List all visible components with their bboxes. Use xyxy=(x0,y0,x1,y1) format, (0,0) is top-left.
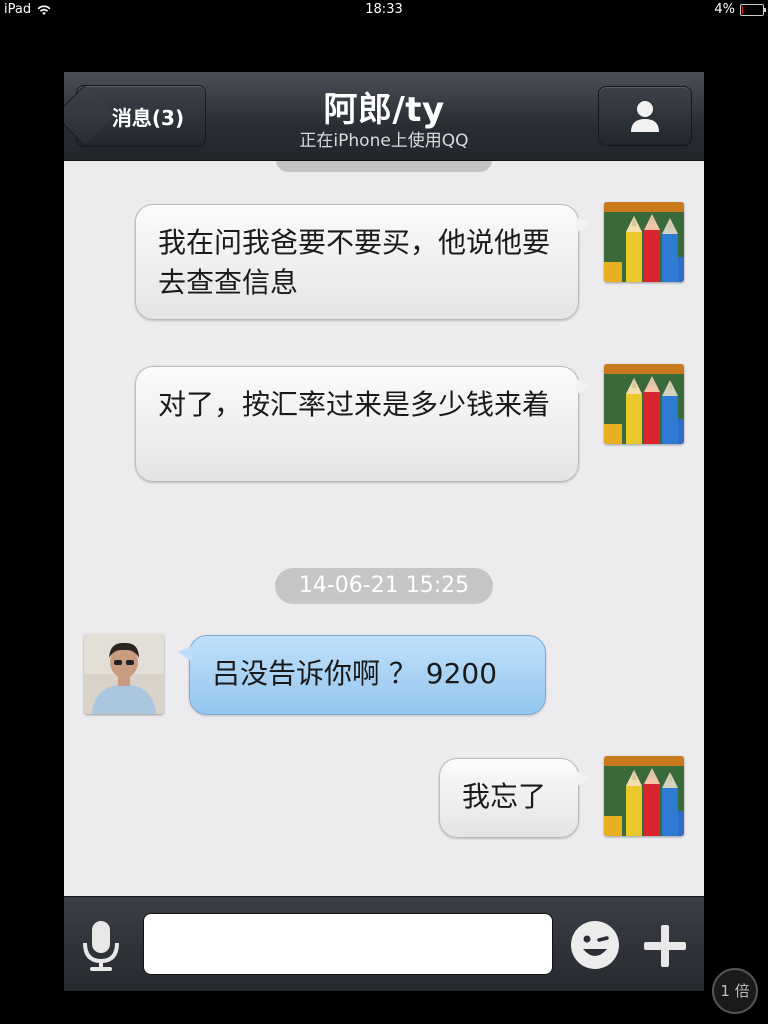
message-text: 对了，按汇率过来是多少钱来着 xyxy=(158,388,551,421)
battery-fill xyxy=(742,6,744,14)
my-avatar[interactable] xyxy=(604,364,684,444)
message-text: 我忘了 xyxy=(462,780,547,813)
message-bubble-outgoing[interactable]: 我忘了 xyxy=(439,758,590,838)
message-text: 我在问我爸要不要买，他说他要去查查信息 xyxy=(158,226,551,299)
chat-window: 14-06-21 14:59 消息(3) 阿郎/ty 正在iPhone上使用QQ… xyxy=(64,72,704,991)
plus-icon xyxy=(644,925,686,967)
nav-bar: 消息(3) 阿郎/ty 正在iPhone上使用QQ xyxy=(64,72,704,161)
zoom-indicator[interactable]: 1 倍 xyxy=(712,968,758,1014)
pencils-avatar-icon xyxy=(604,364,684,444)
person-icon xyxy=(631,101,659,132)
timestamp: 14-06-21 15:25 xyxy=(275,568,493,604)
pencils-avatar-icon xyxy=(604,756,684,836)
message-input[interactable] xyxy=(143,913,553,975)
voice-button[interactable] xyxy=(78,919,124,973)
my-avatar[interactable] xyxy=(604,756,684,836)
message-bubble-outgoing[interactable]: 我在问我爸要不要买，他说他要去查查信息 xyxy=(135,204,590,320)
message-bubble-outgoing[interactable]: 对了，按汇率过来是多少钱来着 xyxy=(135,366,590,482)
message-text: 吕没告诉你啊 ？ 9200 xyxy=(212,657,498,690)
profile-button[interactable] xyxy=(598,86,692,146)
status-time: 18:33 xyxy=(365,2,403,17)
status-right: 4% xyxy=(714,0,766,20)
pencils-avatar-icon xyxy=(604,202,684,282)
emoji-button[interactable] xyxy=(569,919,621,971)
status-bar: iPad 18:33 4% xyxy=(0,0,768,20)
microphone-icon xyxy=(83,921,119,971)
battery-icon xyxy=(740,4,766,16)
more-button[interactable] xyxy=(642,923,688,969)
contact-photo-icon xyxy=(84,634,164,714)
back-button-label: 消息(3) xyxy=(111,105,185,130)
emoji-icon xyxy=(571,921,619,969)
message-bubble-incoming[interactable]: 吕没告诉你啊 ？ 9200 xyxy=(178,635,546,715)
input-bar xyxy=(64,896,704,991)
my-avatar[interactable] xyxy=(604,202,684,282)
contact-avatar[interactable] xyxy=(84,634,164,714)
battery-percent: 4% xyxy=(714,2,735,17)
